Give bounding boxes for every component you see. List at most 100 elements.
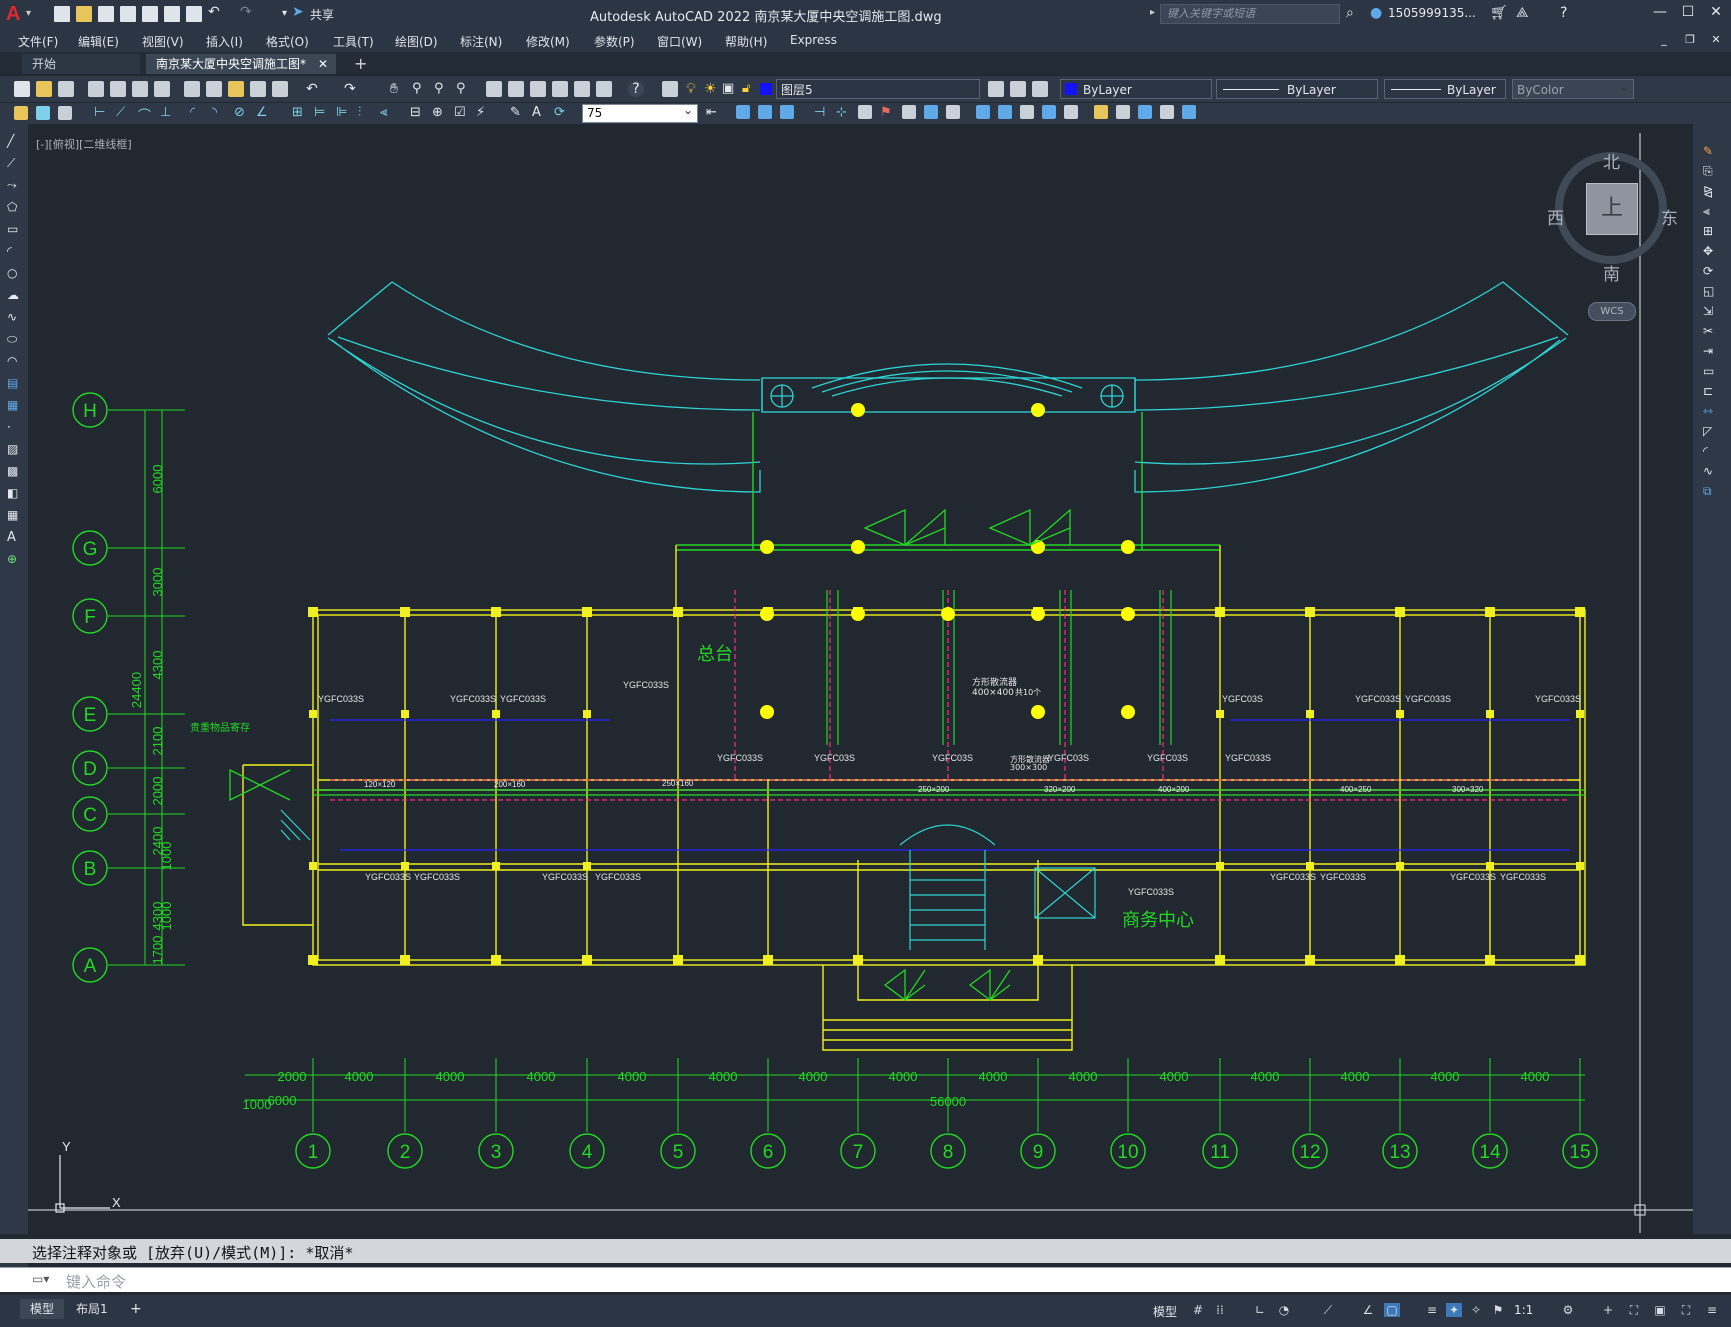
diameter-icon[interactable]: ⊘ <box>234 105 250 121</box>
layer-lock-icon[interactable]: 🔓︎ <box>742 81 758 97</box>
match-properties-icon[interactable] <box>250 81 266 97</box>
annotation-scale-icon[interactable]: ⚑ <box>1490 1303 1506 1317</box>
sheet-set-icon[interactable] <box>552 81 568 97</box>
layer-thaw-icon[interactable]: ☀ <box>704 81 720 97</box>
table-icon[interactable]: ▦ <box>7 508 23 524</box>
point-icon[interactable]: · <box>7 420 23 436</box>
doc-restore-icon[interactable]: ❐ <box>1680 33 1700 46</box>
move-icon[interactable]: ✥ <box>1703 244 1719 260</box>
annotation-scale-value[interactable]: 1:1 <box>1514 1303 1533 1317</box>
properties-icon[interactable] <box>486 81 502 97</box>
open-file-icon[interactable] <box>76 6 92 22</box>
hatch-icon[interactable]: ▨ <box>7 442 23 458</box>
bring-above-icon[interactable] <box>780 105 794 119</box>
add-layout-icon[interactable]: + <box>120 1299 152 1319</box>
send-back-icon[interactable] <box>758 105 772 119</box>
menu-parametric[interactable]: 参数(P) <box>594 33 635 50</box>
layer-tool-icon[interactable] <box>58 106 72 120</box>
menu-window[interactable]: 窗口(W) <box>657 33 702 50</box>
image-icon[interactable] <box>1116 105 1130 119</box>
new-tab-icon[interactable]: + <box>344 54 367 74</box>
cut-icon[interactable] <box>184 81 200 97</box>
add-selected-icon[interactable]: ⊕ <box>7 552 23 568</box>
arc-icon[interactable]: ◜ <box>7 244 23 260</box>
menu-tools[interactable]: 工具(T) <box>333 33 374 50</box>
region-draw-icon[interactable]: ◧ <box>7 486 23 502</box>
group-edit-icon[interactable] <box>946 105 960 119</box>
menu-format[interactable]: 格式(O) <box>266 33 309 50</box>
minimize-window-icon[interactable]: — <box>1650 4 1670 20</box>
layer-on-icon[interactable]: 💡︎ <box>686 81 702 97</box>
viewcube[interactable]: 上 北 南 西 东 <box>1547 152 1678 285</box>
help-icon[interactable]: ? <box>1560 5 1567 21</box>
plot-preview-icon[interactable] <box>110 81 126 97</box>
plot-icon[interactable] <box>186 6 202 22</box>
erase-icon[interactable]: ✎ <box>1703 144 1719 160</box>
rotate-icon[interactable]: ⟳ <box>1703 264 1719 280</box>
circle-icon[interactable]: ○ <box>7 266 23 282</box>
xref-icon[interactable] <box>1094 105 1108 119</box>
stretch-icon[interactable]: ⇲ <box>1703 304 1719 320</box>
clean-screen-icon[interactable]: ⛶ <box>1678 1303 1694 1317</box>
radius-dim-icon[interactable]: ◜ <box>190 105 206 121</box>
search-icon[interactable]: ⌕ <box>1346 5 1354 21</box>
viewcube-east[interactable]: 东 <box>1661 204 1678 229</box>
user-icon[interactable]: ● <box>1370 5 1382 21</box>
save-icon-2[interactable] <box>58 81 74 97</box>
design-center-icon[interactable] <box>508 81 524 97</box>
workspace-gear-icon[interactable]: ⚙ <box>1560 1303 1576 1317</box>
tool-palettes-icon[interactable] <box>530 81 546 97</box>
markup-toggle-icon[interactable] <box>14 106 28 120</box>
angular-dim-icon[interactable]: ∠ <box>256 105 272 121</box>
polar-icon[interactable]: ◔ <box>1276 1303 1292 1317</box>
polyline-icon[interactable]: ⤳ <box>7 178 23 194</box>
drawing-canvas[interactable]: [-][俯视][二维线框] H G F E D C B A 1 2 3 4 5 … <box>28 124 1693 1234</box>
markup-icon[interactable] <box>574 81 590 97</box>
viewcube-west[interactable]: 西 <box>1547 204 1564 229</box>
3d-print-icon[interactable] <box>154 81 170 97</box>
plot-icon-2[interactable] <box>88 81 104 97</box>
viewcube-south[interactable]: 南 <box>1603 260 1620 285</box>
menu-express[interactable]: Express <box>790 33 837 47</box>
viewcube-top-face[interactable]: 上 <box>1586 183 1638 235</box>
customize-status-icon[interactable]: ≡ <box>1704 1303 1720 1317</box>
solid-icon[interactable] <box>976 105 990 119</box>
object-snap-icon[interactable]: ▢ <box>1384 1303 1400 1317</box>
ungroup-icon[interactable] <box>924 105 938 119</box>
annotation-visibility-icon[interactable]: ✦ <box>1446 1303 1462 1317</box>
layer-dropdown[interactable]: 图层5 <box>776 79 980 99</box>
text-edit-icon[interactable] <box>1064 105 1078 119</box>
block-editor-icon[interactable] <box>272 81 288 97</box>
dim-update-icon[interactable]: ⟳ <box>554 105 570 121</box>
break-point-icon[interactable]: ▭ <box>1703 364 1719 380</box>
bring-front-icon[interactable] <box>736 105 750 119</box>
ellipse-icon[interactable]: ⬭ <box>7 332 23 348</box>
dim-edit-icon[interactable]: ✎ <box>510 105 526 121</box>
close-window-icon[interactable]: ✕ <box>1706 4 1726 20</box>
units-icon[interactable]: ⛶ <box>1626 1303 1642 1317</box>
isodraft-icon[interactable]: ⟋ <box>1320 1303 1336 1317</box>
annotation-monitor-icon[interactable]: + <box>1600 1303 1616 1317</box>
plotstyle-dropdown[interactable]: ByColor <box>1512 79 1634 99</box>
dim-scale-dropdown[interactable]: 75 <box>582 104 698 123</box>
redo-icon-2[interactable]: ↷ <box>344 81 360 97</box>
jogged-linear-icon[interactable]: ⚡︎ <box>476 105 492 121</box>
dim-break-icon[interactable]: ⫷ <box>380 105 396 121</box>
edit-attr-icon[interactable]: ⚑ <box>880 105 896 121</box>
layer-vp-icon[interactable]: ▣ <box>722 81 738 97</box>
offset-icon[interactable]: ⫷ <box>1703 204 1719 220</box>
frame-icon[interactable] <box>1160 105 1174 119</box>
gradient-icon[interactable]: ▩ <box>7 464 23 480</box>
spline-icon[interactable]: ∿ <box>7 310 23 326</box>
model-space-button[interactable]: 模型 <box>1153 1303 1177 1320</box>
rectangle-icon[interactable]: ▭ <box>7 222 23 238</box>
linear-dim-icon[interactable]: ⊢ <box>94 105 110 121</box>
dim-text-edit-icon[interactable]: A <box>532 105 548 121</box>
ortho-icon[interactable]: ∟ <box>1252 1303 1268 1317</box>
layer-properties-icon[interactable] <box>662 81 678 97</box>
chamfer-icon[interactable]: ◸ <box>1703 424 1719 440</box>
viewcube-north[interactable]: 北 <box>1603 148 1620 173</box>
app-menu-chevron-icon[interactable]: ▾ <box>26 8 42 24</box>
break-icon[interactable]: ⊏ <box>1703 384 1719 400</box>
share-icon[interactable]: ➤ <box>292 4 308 20</box>
